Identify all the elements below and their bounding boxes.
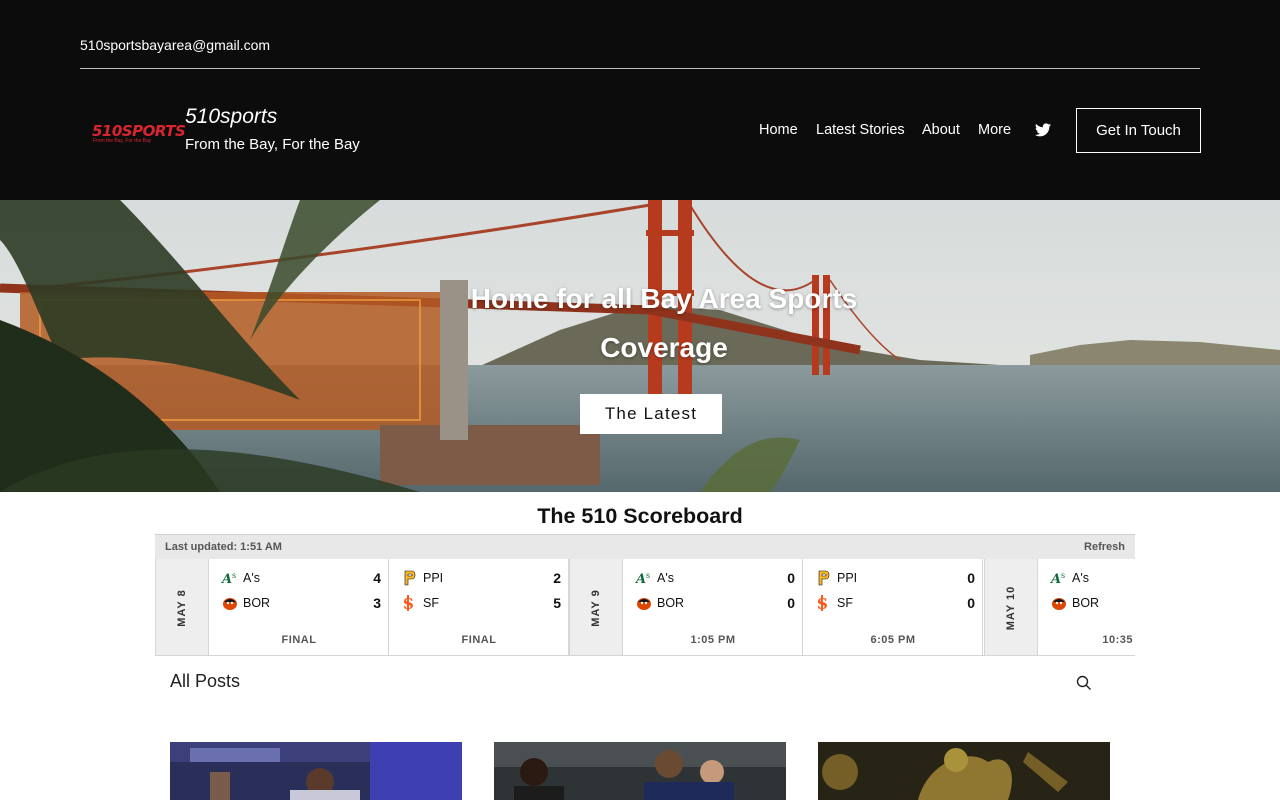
team-row: As A's 0	[635, 569, 795, 587]
post-thumbnail[interactable]	[818, 742, 1110, 800]
orioles-logo-icon	[637, 598, 651, 610]
nav-more[interactable]: More	[978, 122, 1011, 138]
search-icon[interactable]	[1076, 675, 1092, 691]
team-score: 5	[553, 595, 561, 611]
pirates-logo-icon	[818, 570, 830, 586]
header-divider	[80, 68, 1200, 69]
site-title[interactable]: 510sports	[185, 105, 277, 129]
basketball-photo	[170, 742, 462, 800]
team-score: 0	[967, 570, 975, 586]
game-card[interactable]: As A's BOR 10:35	[1038, 559, 1135, 655]
logo-subtext: From the Bay, For the Bay	[93, 138, 152, 144]
nav-latest-stories[interactable]: Latest Stories	[816, 122, 905, 138]
team-name: PPI	[837, 571, 858, 585]
scoreboard-header-bar: Last updated: 1:51 AM Refresh	[155, 534, 1135, 559]
svg-text:A: A	[221, 572, 232, 587]
game-card[interactable]: PPI 2 S SF 5 FINAL	[389, 559, 569, 655]
team-row: BOR 0	[635, 594, 795, 612]
game-card[interactable]: PPI 0 S SF 0 6:05 PM	[803, 559, 983, 655]
team-row: As A's 4	[221, 569, 381, 587]
athletics-logo-icon: As	[1050, 571, 1065, 587]
team-score: 2	[553, 570, 561, 586]
post-thumbnail[interactable]	[170, 742, 462, 800]
nav-about[interactable]: About	[922, 122, 960, 138]
team-name: SF	[837, 596, 853, 610]
date-column: MAY 9	[569, 559, 623, 655]
date-label: MAY 8	[176, 588, 188, 627]
team-row: BOR	[1050, 594, 1135, 612]
game-card[interactable]: As A's 0 BOR 0 1:05 PM	[623, 559, 803, 655]
team-name: A's	[657, 571, 674, 585]
scoreboard-strip[interactable]: MAY 8 As A's 4 BOR 3 FINAL PPI 2 S SF 5 …	[155, 559, 1135, 656]
athletics-logo-icon: As	[635, 571, 650, 587]
team-name: BOR	[1072, 596, 1100, 610]
date-label: MAY 10	[1005, 585, 1017, 630]
refresh-button[interactable]: Refresh	[1084, 541, 1125, 553]
get-in-touch-button[interactable]: Get In Touch	[1076, 108, 1201, 153]
site-header: 510sportsbayarea@gmail.com 510SPORTS Fro…	[0, 0, 1280, 200]
orioles-logo-icon	[1052, 598, 1066, 610]
date-column: MAY 10	[984, 559, 1038, 655]
game-status: FINAL	[461, 634, 497, 646]
team-score: 0	[787, 570, 795, 586]
svg-text:s: s	[646, 571, 650, 580]
team-name: PPI	[423, 571, 444, 585]
baseball-graphic-photo	[818, 742, 1110, 800]
giants-logo-icon: S	[817, 595, 828, 612]
scoreboard-title: The 510 Scoreboard	[537, 504, 743, 528]
game-status: 6:05 PM	[870, 634, 916, 646]
twitter-icon[interactable]	[1035, 123, 1051, 137]
last-updated-text: Last updated: 1:51 AM	[165, 541, 282, 553]
game-card[interactable]: As A's 4 BOR 3 FINAL	[209, 559, 389, 655]
pirates-logo-icon	[404, 570, 416, 586]
team-row: S SF 5	[401, 594, 561, 612]
team-row: As A's	[1050, 569, 1135, 587]
game-status: 10:35	[1102, 634, 1133, 646]
hero-heading: Home for all Bay Area Sports Coverage	[470, 283, 858, 363]
athletics-logo-icon: As	[221, 571, 236, 587]
svg-text:A: A	[635, 572, 646, 587]
orioles-logo-icon	[223, 598, 237, 610]
team-name: A's	[243, 571, 260, 585]
site-logo[interactable]: 510SPORTS From the Bay, For the Bay	[88, 118, 186, 150]
team-name: BOR	[243, 596, 271, 610]
team-name: A's	[1072, 571, 1089, 585]
nav-home[interactable]: Home	[759, 122, 798, 138]
team-name: SF	[423, 596, 439, 610]
svg-text:s: s	[232, 571, 236, 580]
contact-email[interactable]: 510sportsbayarea@gmail.com	[80, 37, 270, 53]
team-name: BOR	[657, 596, 685, 610]
team-row: PPI 2	[401, 569, 561, 587]
team-row: S SF 0	[815, 594, 975, 612]
team-score: 4	[373, 570, 381, 586]
team-score: 3	[373, 595, 381, 611]
game-status: FINAL	[281, 634, 317, 646]
svg-text:A: A	[1050, 572, 1061, 587]
team-score: 0	[787, 595, 795, 611]
date-label: MAY 9	[590, 588, 602, 627]
site-tagline: From the Bay, For the Bay	[185, 136, 360, 153]
svg-text:s: s	[1061, 571, 1065, 580]
post-thumbnail[interactable]	[494, 742, 786, 800]
team-row: PPI 0	[815, 569, 975, 587]
all-posts-heading[interactable]: All Posts	[170, 671, 240, 692]
hero-banner: Home for all Bay Area Sports Coverage Th…	[0, 200, 1280, 492]
date-column: MAY 8	[155, 559, 209, 655]
warriors-photo	[494, 742, 786, 800]
the-latest-button[interactable]: The Latest	[580, 394, 722, 434]
giants-logo-icon: S	[403, 595, 414, 612]
team-row: BOR 3	[221, 594, 381, 612]
team-score: 0	[967, 595, 975, 611]
game-status: 1:05 PM	[690, 634, 736, 646]
